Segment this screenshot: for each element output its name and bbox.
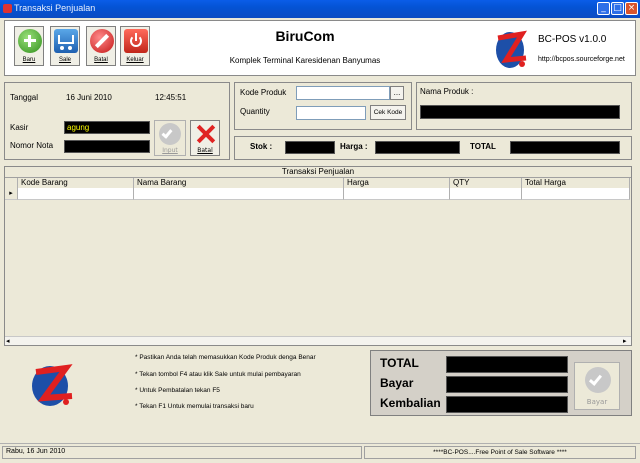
cek-kode-button[interactable]: Cek Kode xyxy=(370,105,406,120)
maximize-icon[interactable]: □ xyxy=(611,2,624,15)
batal-label: Batal xyxy=(197,147,213,154)
title-bar[interactable]: Transaksi Penjualan _ □ × xyxy=(0,0,640,18)
total-top-label: TOTAL xyxy=(470,142,496,151)
bayar-button-label: Bayar xyxy=(586,398,608,406)
sale-button[interactable]: Sale xyxy=(50,26,80,66)
quantity-input[interactable] xyxy=(296,106,366,120)
harga-label: Harga : xyxy=(340,142,368,151)
total-top-field xyxy=(510,141,620,154)
kembalian-label: Kembalian xyxy=(380,396,441,410)
status-app-pane: ****BC-POS....Free Point of Sale Softwar… xyxy=(364,446,636,459)
scroll-left-icon[interactable]: ◂ xyxy=(6,337,10,345)
browse-button[interactable]: ... xyxy=(390,86,404,100)
col-kode-barang[interactable]: Kode Barang xyxy=(18,178,134,188)
bayar-field[interactable] xyxy=(446,376,568,393)
stok-label: Stok : xyxy=(250,142,273,151)
company-name: BiruCom xyxy=(275,28,335,44)
baru-label: Baru xyxy=(22,57,36,63)
status-date: Rabu, 16 Jun 2010 xyxy=(6,448,66,455)
table-row-cell[interactable] xyxy=(344,188,450,200)
nama-produk-label: Nama Produk : xyxy=(420,87,474,96)
kode-produk-label: Kode Produk xyxy=(240,88,287,97)
input-label: Input xyxy=(162,147,178,154)
time-value: 12:45:51 xyxy=(155,93,187,102)
kembalian-field xyxy=(446,396,568,413)
app-icon xyxy=(3,4,12,13)
check-icon xyxy=(159,123,181,145)
col-total-harga[interactable]: Total Harga xyxy=(522,178,630,188)
col-harga[interactable]: Harga xyxy=(344,178,450,188)
close-icon[interactable]: × xyxy=(625,2,638,15)
nama-produk-field xyxy=(420,105,620,119)
note-4: * Tekan F1 Untuk memulai transaksi baru xyxy=(135,403,254,410)
keluar-button[interactable]: Keluar xyxy=(120,26,150,66)
status-date-pane: Rabu, 16 Jun 2010 xyxy=(2,446,362,459)
note-2: * Tekan tombol F4 atau klik Sale untuk m… xyxy=(135,371,301,378)
cancel-icon xyxy=(90,29,114,53)
grid-body[interactable] xyxy=(5,200,631,336)
bayar-label: Bayar xyxy=(380,376,414,390)
quantity-label: Quantity xyxy=(240,107,270,116)
table-row-cell[interactable] xyxy=(18,188,134,200)
row-selector-icon[interactable]: ▸ xyxy=(5,188,18,200)
horizontal-scrollbar[interactable]: ◂ ▸ xyxy=(5,336,631,345)
product-name: BC-POS v1.0.0 xyxy=(538,34,607,45)
note-3: * Untuk Pembatalan tekan F5 xyxy=(135,387,220,394)
col-qty[interactable]: QTY xyxy=(450,178,522,188)
nomor-nota-label: Nomor Nota xyxy=(10,141,54,150)
total-field xyxy=(446,356,568,373)
stok-field xyxy=(285,141,335,154)
cart-icon xyxy=(54,29,78,53)
scroll-right-icon[interactable]: ▸ xyxy=(623,337,627,345)
minimize-icon[interactable]: _ xyxy=(597,2,610,15)
product-url[interactable]: http://bcpos.sourceforge.net xyxy=(538,56,625,63)
x-icon xyxy=(196,123,216,145)
power-icon xyxy=(124,29,148,53)
table-row-cell[interactable] xyxy=(134,188,344,200)
grid-title: Transaksi Penjualan xyxy=(281,167,355,176)
check-icon xyxy=(585,367,611,393)
batal-button[interactable]: Batal xyxy=(190,120,220,156)
harga-field xyxy=(375,141,460,154)
tanggal-label: Tanggal xyxy=(10,93,39,102)
window-title: Transaksi Penjualan xyxy=(14,3,96,13)
kasir-label: Kasir xyxy=(10,123,29,132)
table-row-cell[interactable] xyxy=(522,188,630,200)
kode-produk-input[interactable] xyxy=(296,86,390,100)
bcpos-bottom-logo-icon xyxy=(28,356,80,410)
row-header-corner xyxy=(5,178,18,188)
col-nama-barang[interactable]: Nama Barang xyxy=(134,178,344,188)
plus-icon xyxy=(18,29,42,53)
tanggal-value: 16 Juni 2010 xyxy=(66,93,112,102)
batal-toolbar-button[interactable]: Batal xyxy=(86,26,116,66)
company-address: Komplek Terminal Karesidenan Banyumas xyxy=(229,56,381,65)
baru-button[interactable]: Baru xyxy=(14,26,44,66)
kasir-field[interactable]: agung xyxy=(64,121,150,134)
nomor-nota-field[interactable] xyxy=(64,140,150,153)
batal-toolbar-label: Batal xyxy=(94,57,108,63)
table-row-cell[interactable] xyxy=(450,188,522,200)
input-button[interactable]: Input xyxy=(154,120,186,156)
note-1: * Pastikan Anda telah memasukkan Kode Pr… xyxy=(135,354,316,361)
status-app: ****BC-POS....Free Point of Sale Softwar… xyxy=(433,449,567,456)
keluar-label: Keluar xyxy=(126,57,144,63)
bayar-button[interactable]: Bayar xyxy=(574,362,620,410)
bcpos-logo-icon xyxy=(492,24,534,72)
sale-label: Sale xyxy=(58,57,71,63)
total-label: TOTAL xyxy=(380,356,419,370)
